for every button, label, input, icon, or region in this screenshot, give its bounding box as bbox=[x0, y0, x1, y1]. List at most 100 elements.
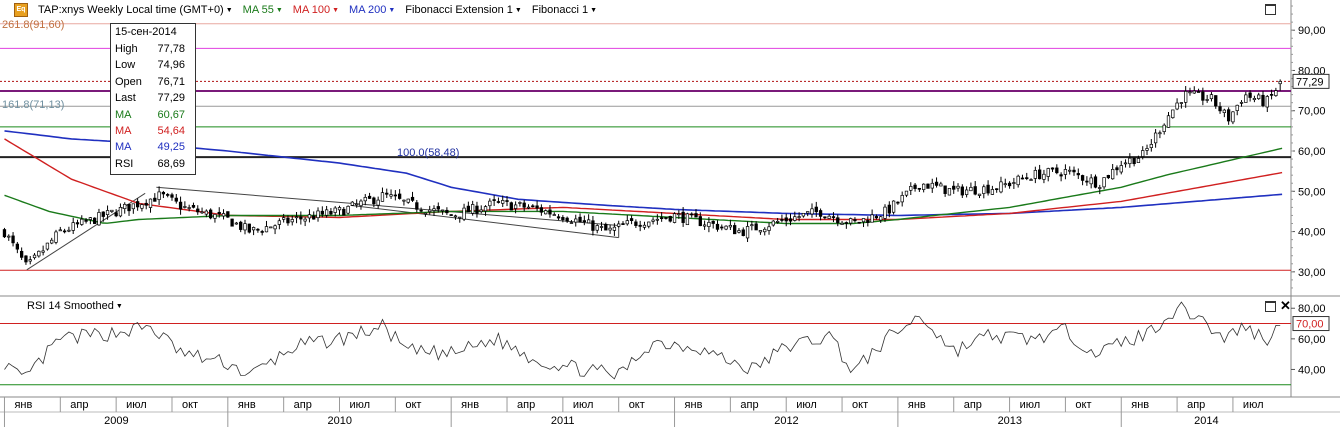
candle-body bbox=[647, 221, 651, 227]
month-label: июл bbox=[573, 399, 594, 411]
caret-down-icon: ▼ bbox=[388, 6, 396, 14]
candle-body bbox=[54, 231, 58, 243]
candle-body bbox=[887, 204, 891, 214]
candle-body bbox=[913, 184, 917, 189]
candle-body bbox=[702, 224, 707, 227]
candle-body bbox=[891, 200, 896, 213]
candle-body bbox=[1149, 144, 1153, 148]
candle-body bbox=[1068, 169, 1072, 172]
maximize-rsi-icon[interactable] bbox=[1265, 301, 1276, 312]
ma55-label: MA 55 bbox=[242, 4, 274, 16]
rsi-tick-label: 80,00 bbox=[1298, 303, 1326, 315]
fibo-selector[interactable]: Fibonacci 1 ▼ bbox=[532, 4, 597, 16]
ma100-selector[interactable]: MA 100 ▼ bbox=[293, 4, 339, 16]
candle bbox=[1093, 174, 1098, 189]
candle-body bbox=[1132, 157, 1136, 165]
candle-body bbox=[982, 186, 986, 194]
candle bbox=[93, 217, 97, 225]
candle bbox=[346, 205, 350, 215]
candle-body bbox=[1145, 148, 1149, 151]
candle-body bbox=[1098, 187, 1102, 189]
candle-body bbox=[118, 207, 123, 217]
year-label: 2009 bbox=[104, 415, 128, 427]
candle-body bbox=[1003, 183, 1007, 186]
candle-body bbox=[333, 207, 337, 213]
candle-body bbox=[234, 222, 239, 225]
candle-body bbox=[123, 203, 127, 209]
candle-body bbox=[522, 202, 526, 208]
price-tick-label: 50,00 bbox=[1298, 186, 1326, 198]
candle-body bbox=[350, 201, 355, 206]
rsi-tick-label: 40,00 bbox=[1298, 364, 1326, 376]
candle-body bbox=[788, 218, 793, 222]
candle-body bbox=[45, 242, 50, 250]
candle-body bbox=[131, 203, 135, 210]
rsi-header[interactable]: RSI 14 Smoothed ▼ bbox=[27, 300, 123, 312]
candle-body bbox=[88, 217, 93, 220]
candle-body bbox=[273, 225, 277, 230]
candle-body bbox=[1257, 94, 1261, 100]
candle-body bbox=[183, 206, 187, 208]
candle-body bbox=[1201, 91, 1205, 101]
candle bbox=[672, 212, 677, 224]
tooltip-row: MA 60,67 bbox=[115, 107, 191, 123]
fibo-ext-selector[interactable]: Fibonacci Extension 1 ▼ bbox=[405, 4, 522, 16]
candle-body bbox=[393, 194, 397, 197]
tooltip-label: MA bbox=[115, 108, 132, 121]
candle-body bbox=[1012, 182, 1016, 184]
rsi-level-label: 70,00 bbox=[1296, 319, 1324, 331]
candle-body bbox=[1020, 177, 1025, 180]
candle-body bbox=[359, 200, 363, 207]
candle bbox=[2, 227, 7, 238]
chart-canvas[interactable]: 90,0080,0070,0060,0050,0040,0030,0080,00… bbox=[0, 0, 1340, 427]
tooltip-row: Open 76,71 bbox=[115, 74, 191, 90]
candle-body bbox=[187, 207, 191, 209]
candle bbox=[668, 215, 672, 223]
candle bbox=[724, 225, 728, 231]
candle-body bbox=[569, 222, 574, 224]
candle-body bbox=[428, 209, 432, 213]
candle bbox=[449, 214, 453, 216]
symbol-selector[interactable]: TAP:xnys Weekly Local time (GMT+0) ▼ bbox=[38, 4, 233, 16]
candle-body bbox=[1106, 175, 1111, 179]
ma200-selector[interactable]: MA 200 ▼ bbox=[349, 4, 395, 16]
month-label: июл bbox=[1020, 399, 1041, 411]
candle-body bbox=[41, 250, 45, 253]
last-price-label: 77,29 bbox=[1296, 76, 1324, 88]
candle-body bbox=[1214, 95, 1218, 107]
candle-body bbox=[1007, 182, 1012, 187]
ma55-selector[interactable]: MA 55 ▼ bbox=[243, 4, 283, 16]
candle-body bbox=[290, 219, 294, 223]
candle-body bbox=[879, 216, 883, 221]
tooltip-value: 77,29 bbox=[157, 92, 185, 105]
candle-body bbox=[561, 217, 565, 221]
candle-body bbox=[629, 218, 634, 221]
candle-body bbox=[956, 185, 960, 189]
month-label: апр bbox=[964, 399, 982, 411]
candle-body bbox=[1261, 94, 1265, 106]
candle-body bbox=[1076, 173, 1080, 176]
candle-body bbox=[71, 222, 75, 231]
candle-body bbox=[973, 186, 977, 195]
candle-body bbox=[866, 220, 870, 223]
maximize-icon[interactable] bbox=[1265, 4, 1276, 15]
candle bbox=[1231, 111, 1235, 125]
ohlc-tooltip: 15-сен-2014 High 77,78 Low 74,96 Open 76,71… bbox=[110, 23, 196, 176]
month-label: янв bbox=[908, 399, 926, 411]
candle-body bbox=[556, 216, 561, 219]
candle-body bbox=[260, 231, 264, 233]
candle-body bbox=[964, 189, 969, 195]
candle-body bbox=[178, 201, 183, 210]
close-icon[interactable]: ✕ bbox=[1280, 299, 1291, 312]
candle-body bbox=[565, 217, 569, 222]
candle-body bbox=[471, 204, 475, 214]
candle-body bbox=[552, 214, 556, 216]
candle-body bbox=[733, 225, 737, 235]
candle-body bbox=[84, 219, 88, 222]
candle-body bbox=[672, 213, 677, 223]
candle-body bbox=[634, 221, 638, 226]
candle-body bbox=[724, 225, 728, 230]
candle-body bbox=[1239, 101, 1244, 104]
candle-body bbox=[677, 213, 681, 216]
candle-body bbox=[50, 239, 54, 244]
